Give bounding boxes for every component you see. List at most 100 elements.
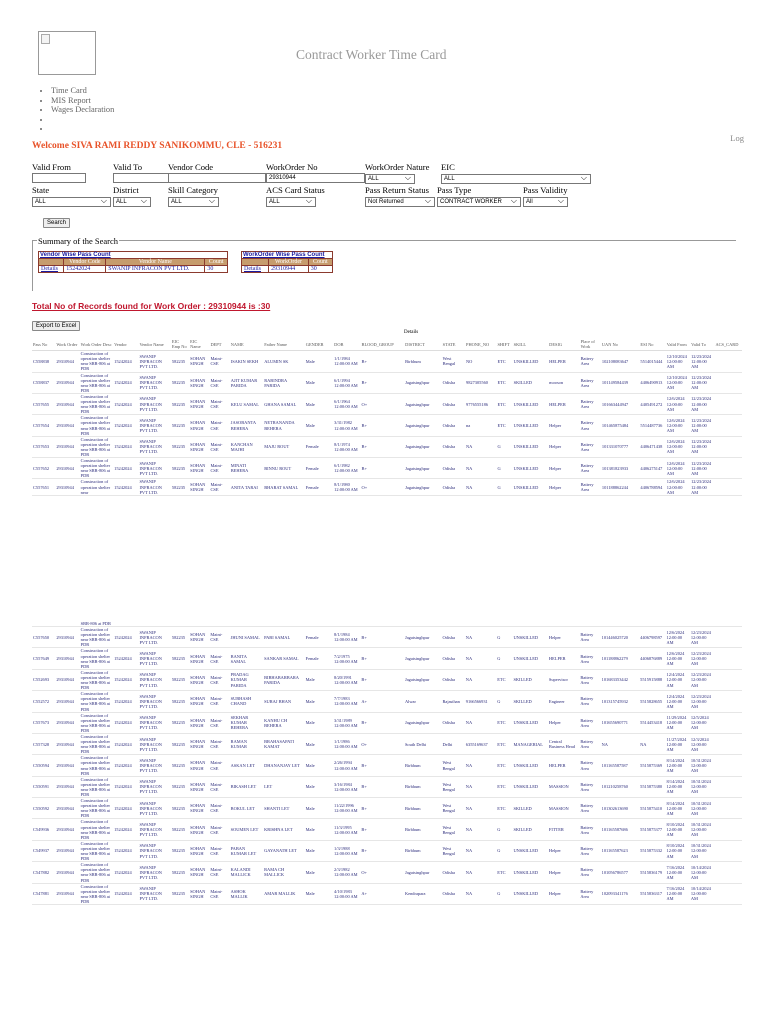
cell-state: Odisha <box>441 436 465 459</box>
cell-vendor-name: SWANIP INFRACON PVT LTD. <box>138 733 171 756</box>
cell-uan-no: 101465875484 <box>600 414 640 437</box>
cell-pass-no: C557652 <box>32 457 56 480</box>
cell-uan-no: 101683353442 <box>600 669 640 692</box>
cell-skill: SKILLED <box>512 818 548 841</box>
cell-acs-card <box>714 776 742 799</box>
cell-desig: Helper <box>547 861 580 884</box>
cell-vendor-name: SWANIP INFRACON PVT LTD. <box>138 350 171 373</box>
district-select[interactable]: ALL ⌵ <box>113 197 151 207</box>
district-value: ALL <box>116 199 127 205</box>
cell-eic-emp-no: 582235 <box>170 840 190 863</box>
cell-esi-no: 4406876889 <box>639 647 666 670</box>
cell-vendor: 15242024 <box>113 436 139 459</box>
cell-vendor-name: SWANIP INFRACON PVT LTD. <box>138 647 171 670</box>
state-value: ALL <box>35 199 46 205</box>
cell-name: BIKASH LET <box>229 776 264 799</box>
cell-desig: Helper <box>547 883 580 905</box>
cell-acs-card <box>714 626 742 649</box>
workorder-no-input[interactable]: 29310944 <box>266 173 365 183</box>
cell-blood-group: B+ <box>360 818 404 841</box>
state-select[interactable]: ALL ⌵ <box>32 197 111 207</box>
cell-valid-from: 12/6/2024 12:00:00 AM <box>665 436 691 459</box>
cell-valid-from: 12/4/2024 12:00:00 AM <box>665 690 690 713</box>
pass-validity-select[interactable]: All ⌵ <box>523 197 568 207</box>
cell-pass-no: C550591 <box>32 776 56 799</box>
cell-work-order-desc: Construction of operation shelter near S… <box>79 647 114 670</box>
column-header-father-name: Father Name <box>263 338 305 352</box>
cell-esi-no: NA <box>639 733 666 756</box>
cell-blood-group: O+ <box>360 393 405 416</box>
pass-validity-label: Pass Validity <box>523 185 568 195</box>
logout-link[interactable]: Log <box>730 133 744 143</box>
cell-valid-to: 12/3/2024 12:00:00 AM <box>689 733 715 756</box>
cell-blood-group: B+ <box>360 436 405 459</box>
cell-dob: 8/1/1980 12:00:00 AM <box>333 478 361 496</box>
cell-eic-emp-no: 582235 <box>170 372 190 394</box>
cell-phone-no: NA <box>465 457 497 480</box>
column-header-place-of-work: Place of Work <box>579 338 601 352</box>
cell-work-order-desc: Construction of operation shelter near S… <box>79 861 114 884</box>
cell-shift: ETC <box>496 776 513 799</box>
cell-state: Odisha <box>441 647 465 670</box>
table-row: C557655 29310944 Construction of operation… <box>32 393 742 416</box>
cell-valid-from: 8/14/2024 12:00:00 AM <box>665 797 690 820</box>
menu-item-wages-declaration[interactable]: Wages Declaration <box>51 105 114 115</box>
cell-gender: Male <box>304 372 334 394</box>
menu-item-empty[interactable] <box>51 124 114 134</box>
cell-uan-no: 101331070777 <box>600 436 640 459</box>
cell-skill: UNSKILLED <box>512 647 548 670</box>
summary-legend: Summary of the Search <box>37 236 120 246</box>
vendor-count-cell: 30 <box>204 265 228 273</box>
cell-father-name: BHARAT SAMAL <box>263 478 305 496</box>
cell-blood-group: A+ <box>360 883 404 905</box>
table-row: C557654 29310944 Construction of operation… <box>32 414 742 437</box>
cell-esi-no: 4406798597 <box>639 626 666 649</box>
valid-to-input[interactable] <box>113 173 169 183</box>
cell-state: Odisha <box>441 478 465 496</box>
cell-dob: 6/1/1982 12:00:00 AM <box>333 457 361 480</box>
skill-category-select[interactable]: ALL ⌵ <box>168 197 219 207</box>
cell-dob: 3/31/1989 12:00:00 AM <box>333 712 361 734</box>
menu-item-empty[interactable] <box>51 115 114 125</box>
table-row: C558837 29310944 Construction of operation… <box>32 372 742 394</box>
export-to-excel-button[interactable]: Export to Excel <box>32 321 81 331</box>
cell-phone-no: NA <box>464 818 497 841</box>
cell-work-order-desc: Construction of operation shelter near S… <box>79 350 114 373</box>
workorder-nature-select[interactable]: ALL ⌵ <box>365 174 415 184</box>
cell-dob: 11/22/1996 12:00:00 AM <box>333 797 361 820</box>
menu-item-time-card[interactable]: Time Card <box>51 86 114 96</box>
eic-select[interactable]: ALL ⌵ <box>441 174 591 184</box>
cell-district: Birbhum <box>403 754 442 777</box>
cell-eic-name: SOHAN SINGH <box>189 797 210 820</box>
vendor-details-link[interactable]: Details <box>37 265 65 273</box>
table-row: C557650 29310944 Construction of operation… <box>32 626 742 649</box>
cell-vendor: 15242024 <box>113 818 139 841</box>
column-header: Vendor Name <box>105 258 206 266</box>
cell-dob: 2/26/1994 12:00:00 AM <box>333 754 361 777</box>
search-button[interactable]: Search <box>43 218 71 228</box>
workorder-details-link[interactable]: Details <box>240 265 270 273</box>
cell-dob: 2/3/1982 12:00:00 AM <box>333 861 361 884</box>
table-row: C550594 29310944 Construction of operation… <box>32 754 742 777</box>
cell-place-of-work: Battery Area <box>579 647 601 670</box>
cell-eic-name: SOHAN SINGH <box>189 818 210 841</box>
column-header-work-order: Work Order <box>55 338 80 352</box>
cell-eic-name: SOHAN SINGH <box>189 883 210 905</box>
acs-card-status-select[interactable]: ALL ⌵ <box>266 197 316 207</box>
cell-district: Birbhum <box>403 818 442 841</box>
cell-name: ASKAN LET <box>229 754 264 777</box>
cell-eic-emp-no: 582235 <box>170 414 190 437</box>
vendor-code-input[interactable] <box>168 173 266 183</box>
cell-district: Jagatsinghpur <box>403 626 442 649</box>
cell-state: Odisha <box>441 861 465 884</box>
valid-from-input[interactable] <box>32 173 86 183</box>
vendor-code-label: Vendor Code <box>168 162 214 172</box>
cell-work-order: 29310944 <box>55 840 80 863</box>
pass-type-select[interactable]: CONTRACT WORKER ⌵ <box>437 197 521 207</box>
menu-item-mis-report[interactable]: MIS Report <box>51 96 114 106</box>
cell-valid-from: 8/10/2024 12:00:00 AM <box>665 818 690 841</box>
cell-blood-group: B+ <box>360 712 404 734</box>
cell-dept: Maint-CSE <box>209 436 230 459</box>
chevron-down-icon: ⌵ <box>305 197 312 205</box>
pass-return-status-select[interactable]: Not Returned ⌵ <box>365 197 435 207</box>
